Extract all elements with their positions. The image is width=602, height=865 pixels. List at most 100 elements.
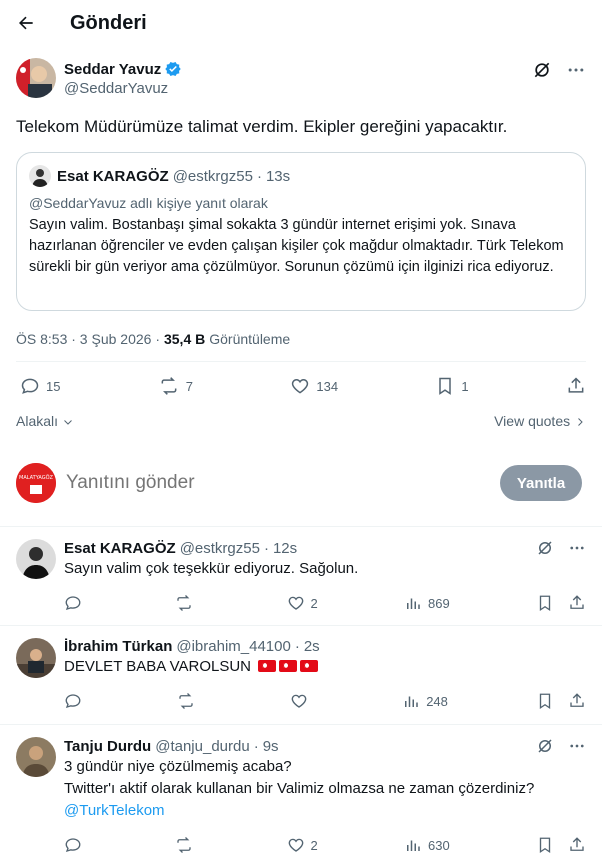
reply-item[interactable]: Esat KARAGÖZ @estkrgz55 · 12s Sayın vali… bbox=[0, 526, 602, 625]
post-author: Seddar Yavuz @SeddarYavuz bbox=[0, 46, 602, 102]
repost-action[interactable] bbox=[174, 594, 200, 612]
like-action[interactable]: 2 bbox=[287, 594, 318, 612]
reply-text: Sayın valim çok teşekkür ediyoruz. Sağol… bbox=[64, 560, 359, 577]
reply-action[interactable] bbox=[64, 692, 88, 710]
author-handle[interactable]: @SeddarYavuz bbox=[64, 80, 532, 97]
reply-author-name[interactable]: Esat KARAGÖZ bbox=[64, 540, 176, 557]
author-avatar[interactable] bbox=[16, 58, 56, 98]
quote-replying-to: @SeddarYavuz adlı kişiye yanıt olarak bbox=[29, 195, 268, 211]
quote-text: Sayın valim. Bostanbaşı şimal sokakta 3 … bbox=[29, 217, 564, 275]
reply-author-handle[interactable]: @estkrgz55 bbox=[180, 540, 260, 557]
grok-icon[interactable] bbox=[536, 737, 554, 755]
views-icon bbox=[402, 692, 420, 710]
mention-link[interactable]: @TurkTelekom bbox=[64, 802, 165, 819]
like-action[interactable] bbox=[290, 692, 314, 710]
more-icon[interactable] bbox=[566, 60, 586, 80]
reply-action[interactable] bbox=[64, 836, 88, 854]
grok-icon[interactable] bbox=[532, 60, 552, 80]
like-count: 134 bbox=[316, 378, 339, 394]
views-count: 630 bbox=[428, 837, 450, 853]
reply-item[interactable]: İbrahim Türkan @ibrahim_44100 · 2s DEVLE… bbox=[0, 625, 602, 724]
turkish-flag-icon bbox=[300, 660, 319, 672]
turkish-flag-icon bbox=[279, 660, 298, 672]
like-icon bbox=[287, 836, 305, 854]
relevant-filter[interactable]: Alakalı bbox=[16, 413, 74, 429]
bookmark-icon[interactable] bbox=[536, 594, 554, 612]
reply-text-container: DEVLET BABA VAROLSUN bbox=[64, 657, 586, 677]
svg-text:MALATYAGÖZ: MALATYAGÖZ bbox=[19, 474, 54, 481]
reply-button[interactable]: Yanıtla bbox=[500, 465, 582, 501]
post-links: Alakalı View quotes bbox=[0, 410, 602, 432]
verified-icon bbox=[164, 60, 182, 78]
post-actions: 15 7 134 1 bbox=[0, 362, 602, 410]
repost-count: 7 bbox=[185, 378, 194, 394]
bookmark-icon[interactable] bbox=[536, 836, 554, 854]
like-action[interactable]: 2 bbox=[287, 836, 318, 854]
quote-time: 13s bbox=[265, 167, 291, 185]
reply-text-line: 3 gündür niye çözülmemiş acaba? bbox=[64, 758, 292, 775]
author-name[interactable]: Seddar Yavuz bbox=[64, 61, 161, 78]
post-timestamp: ÖS 8:53 · 3 Şub 2026 · 35,4 B Görüntülem… bbox=[0, 311, 602, 351]
share-icon[interactable] bbox=[568, 692, 586, 710]
bookmark-action[interactable]: 1 bbox=[435, 376, 469, 396]
bookmark-icon bbox=[435, 376, 455, 396]
more-icon[interactable] bbox=[568, 539, 586, 557]
page-header: Gönderi bbox=[0, 0, 602, 46]
post-date[interactable]: ÖS 8:53 · 3 Şub 2026 · bbox=[16, 331, 160, 347]
page-title: Gönderi bbox=[70, 11, 147, 34]
reply-icon bbox=[20, 376, 40, 396]
views-action[interactable]: 248 bbox=[402, 692, 448, 710]
reply-icon bbox=[64, 692, 82, 710]
reply-actions: 248 bbox=[64, 683, 586, 719]
reply-item[interactable]: Tanju Durdu @tanju_durdu · 9s 3 gündür n… bbox=[0, 724, 602, 865]
reply-time[interactable]: 12s bbox=[273, 540, 297, 557]
like-icon bbox=[290, 692, 308, 710]
composer-avatar: MALATYAGÖZ bbox=[16, 463, 56, 503]
share-icon[interactable] bbox=[568, 594, 586, 612]
views-action[interactable]: 630 bbox=[404, 836, 450, 854]
like-count: 2 bbox=[310, 837, 318, 853]
reply-actions: 2 630 bbox=[64, 827, 586, 863]
reply-time[interactable]: 2s bbox=[304, 638, 320, 655]
reply-author-name[interactable]: Tanju Durdu bbox=[64, 738, 151, 755]
reply-action[interactable]: 15 bbox=[20, 376, 60, 396]
reply-author-handle[interactable]: @tanju_durdu bbox=[155, 738, 249, 755]
quoted-post[interactable]: Esat KARAGÖZ @estkrgz55 · 13s @SeddarYav… bbox=[16, 152, 586, 311]
reply-avatar[interactable] bbox=[16, 539, 56, 579]
view-quotes-link[interactable]: View quotes bbox=[494, 413, 586, 429]
grok-icon[interactable] bbox=[536, 539, 554, 557]
views-label: Görüntüleme bbox=[209, 331, 291, 347]
reply-time[interactable]: 9s bbox=[263, 738, 279, 755]
repost-action[interactable]: 7 bbox=[158, 376, 193, 396]
back-arrow-icon[interactable] bbox=[16, 13, 36, 33]
reply-avatar[interactable] bbox=[16, 737, 56, 777]
views-action[interactable]: 869 bbox=[404, 594, 450, 612]
post-text: Telekom Müdürümüze talimat verdim. Ekipl… bbox=[16, 117, 508, 136]
reply-icon bbox=[64, 594, 82, 612]
repost-action[interactable] bbox=[176, 692, 202, 710]
reply-text-line: Twitter'ı aktif olarak kullanan bir Vali… bbox=[64, 780, 535, 797]
chevron-right-icon bbox=[574, 416, 586, 428]
repost-action[interactable] bbox=[174, 836, 200, 854]
bookmark-count: 1 bbox=[461, 378, 469, 394]
reply-input[interactable] bbox=[66, 472, 500, 494]
quote-author-name: Esat KARAGÖZ bbox=[57, 167, 169, 185]
reply-count: 15 bbox=[46, 378, 61, 394]
like-icon bbox=[287, 594, 305, 612]
like-action[interactable]: 134 bbox=[290, 376, 338, 396]
repost-icon bbox=[158, 376, 180, 396]
chevron-down-icon bbox=[62, 416, 74, 428]
like-count: 2 bbox=[310, 595, 318, 611]
quote-avatar bbox=[29, 165, 51, 187]
reply-author-handle[interactable]: @ibrahim_44100 bbox=[176, 638, 290, 655]
turkish-flag-icon bbox=[258, 660, 277, 672]
reply-action[interactable] bbox=[64, 594, 88, 612]
more-icon[interactable] bbox=[568, 737, 586, 755]
bookmark-icon[interactable] bbox=[536, 692, 554, 710]
share-action[interactable] bbox=[566, 376, 586, 396]
repost-icon bbox=[174, 594, 194, 612]
reply-author-name[interactable]: İbrahim Türkan bbox=[64, 638, 172, 655]
share-icon[interactable] bbox=[568, 836, 586, 854]
share-icon bbox=[566, 376, 586, 396]
reply-avatar[interactable] bbox=[16, 638, 56, 678]
